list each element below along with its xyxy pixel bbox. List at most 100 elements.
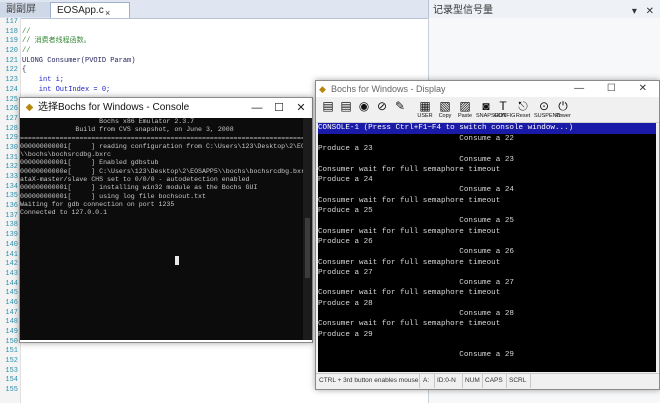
code-line: // xyxy=(22,27,31,36)
code-line: // 消费者线程函数。 xyxy=(22,37,91,46)
status-cell: SCRL xyxy=(506,374,531,388)
display-statusbar: CTRL + 3rd button enables mouse A: ID:0-N N… xyxy=(316,373,659,389)
console-output[interactable]: Bochs x86 Emulator 2.3.7 Build from CVS … xyxy=(20,118,310,340)
screen-line: Consume a 24 xyxy=(318,186,514,195)
console-titlebar[interactable]: ◆ 选择Bochs for Windows - Console — ☐ ✕ xyxy=(20,98,312,118)
reset-button[interactable]: ⎋ Reset xyxy=(514,99,532,120)
screen-line xyxy=(318,361,656,371)
line-number: 149 xyxy=(5,328,18,336)
tool-label: Copy xyxy=(438,113,452,119)
minimize-button[interactable]: — xyxy=(246,98,268,118)
line-number: 144 xyxy=(5,279,18,288)
snapshot-icon: ◙ xyxy=(482,99,490,113)
user-icon: ▦ xyxy=(419,99,431,113)
bochs-display-window: ◆ Bochs for Windows - Display — ☐ ✕ ▤ ▤ ◉ ⊘… xyxy=(315,80,660,390)
screen-line: Produce a 28 xyxy=(318,299,373,308)
floppy-b-icon: ▤ xyxy=(340,99,352,113)
line-number: 133 xyxy=(5,173,18,181)
cdrom-button[interactable]: ◉ xyxy=(356,99,372,120)
line-number: 136 xyxy=(5,202,18,211)
line-number: 135 xyxy=(5,192,18,201)
line-number: 154 xyxy=(5,376,18,385)
console-line: 00000000000i[ ] installing win32 module … xyxy=(20,184,258,192)
suspend-icon: ⊙ xyxy=(538,99,550,113)
user-button[interactable]: ▦ USER xyxy=(416,99,434,120)
line-number: 126 xyxy=(5,105,18,114)
screen-line: A:\EOSAPP5.exe exit with 0x00000000. xyxy=(318,371,656,373)
line-number: 124 xyxy=(5,85,18,94)
console-line: Bochs x86 Emulator 2.3.7 xyxy=(20,118,195,125)
status-cell: ID:0-N xyxy=(434,374,463,388)
line-number: 137 xyxy=(5,211,18,220)
screen-line: Consume a 22 xyxy=(318,135,514,143)
close-button[interactable]: ✕ xyxy=(290,98,312,118)
power-icon: ⏻ xyxy=(558,99,568,113)
line-number: 140 xyxy=(5,240,18,249)
screen-line: Consumer wait for full semaphore timeout xyxy=(318,289,501,298)
screen-line: Consumer wait for full semaphore timeout xyxy=(318,227,501,236)
console-line: Connected to 127.0.0.1 xyxy=(20,209,108,217)
tab-label: EOSApp.c xyxy=(57,5,104,16)
screen-output: Consume a 22 Produce a 23 Consume a 23 Con… xyxy=(318,134,656,372)
line-number: 139 xyxy=(5,231,18,240)
line-number: 138 xyxy=(5,221,18,230)
screen-line: Consumer wait for full semaphore timeout xyxy=(318,320,501,329)
right-panel-title: 记录型信号量 xyxy=(433,5,493,16)
snapshot-button[interactable]: ◙ SNAPSHOT xyxy=(476,99,507,120)
floppy-a-button[interactable]: ▤ xyxy=(320,99,336,120)
screen-line: Produce a 23 xyxy=(318,145,373,154)
console-line: Build from CVS snapshot, on June 3, 2008 xyxy=(20,126,234,134)
bochs-app-icon: ◆ xyxy=(319,84,326,94)
tool-label: SNAPSHOT xyxy=(476,113,507,119)
line-number: 118 xyxy=(5,27,18,36)
tool-label: Power xyxy=(555,113,571,119)
screen-line xyxy=(318,340,656,350)
screen-line: Produce a 29 xyxy=(318,330,373,339)
disk-button[interactable]: ⊘ xyxy=(374,99,390,120)
suspend-button[interactable]: ⊙ SUSPEND xyxy=(534,99,561,120)
line-number: 152 xyxy=(5,357,18,366)
paste-icon: ▨ xyxy=(459,99,471,113)
paste-button[interactable]: ▨ Paste xyxy=(456,99,474,120)
reset-icon: ⎋ xyxy=(518,99,528,113)
line-number: 141 xyxy=(5,250,18,259)
line-number: 153 xyxy=(5,366,18,375)
tool-label: SUSPEND xyxy=(534,113,561,119)
tool-label: USER xyxy=(417,113,433,119)
console-scrollbar[interactable] xyxy=(303,118,312,340)
status-cell: CTRL + 3rd button enables mouse xyxy=(316,374,420,388)
line-number: 127 xyxy=(5,114,18,123)
display-titlebar[interactable]: ◆ Bochs for Windows - Display — ☐ ✕ xyxy=(316,81,659,97)
emulator-screen[interactable]: CONSOLE-1 (Press Ctrl+F1~F4 to switch co… xyxy=(318,123,656,372)
maximize-button[interactable]: ☐ xyxy=(268,98,290,118)
console-cursor xyxy=(175,256,179,265)
mouse-button[interactable]: ✎ xyxy=(392,99,408,120)
code-line: // xyxy=(22,47,31,56)
console-line: Waiting for gdb connection on port 1235 xyxy=(20,200,175,208)
line-number: 147 xyxy=(5,308,18,317)
floppy-a-icon: ▤ xyxy=(322,99,334,113)
display-window-controls[interactable]: — ☐ ✕ xyxy=(574,81,657,97)
line-number: 151 xyxy=(5,347,18,356)
console-window-controls: — ☐ ✕ xyxy=(246,98,312,118)
screen-line: Produce a 24 xyxy=(318,176,373,185)
line-number: 120 xyxy=(5,47,18,56)
floppy-b-button[interactable]: ▤ xyxy=(338,99,354,120)
screen-line: Consume a 27 xyxy=(318,279,514,288)
config-button[interactable]: T CONFIG xyxy=(494,99,515,120)
screen-line: Consumer wait for full semaphore timeout xyxy=(318,165,501,174)
line-number-gutter: 117 118 119 120 121 122 123 124 125 126 127 128 129 1… xyxy=(0,18,21,403)
line-number: 148 xyxy=(5,318,18,327)
scrollbar-thumb[interactable] xyxy=(305,218,310,278)
line-number: 121 xyxy=(5,56,18,65)
tool-label: Paste xyxy=(457,113,473,119)
console-line: \\bochs\bochsrcdbg.bxrc xyxy=(20,151,112,159)
copy-button[interactable]: ▧ Copy xyxy=(436,99,454,120)
console-line: ========================================… xyxy=(20,134,305,142)
line-number: 132 xyxy=(5,163,18,172)
power-button[interactable]: ⏻ Power xyxy=(554,99,572,120)
screen-line: Consume a 29 xyxy=(318,351,514,360)
tab-eosapp-c[interactable]: EOSApp.c × xyxy=(50,2,130,18)
line-number: 117 xyxy=(5,18,18,26)
